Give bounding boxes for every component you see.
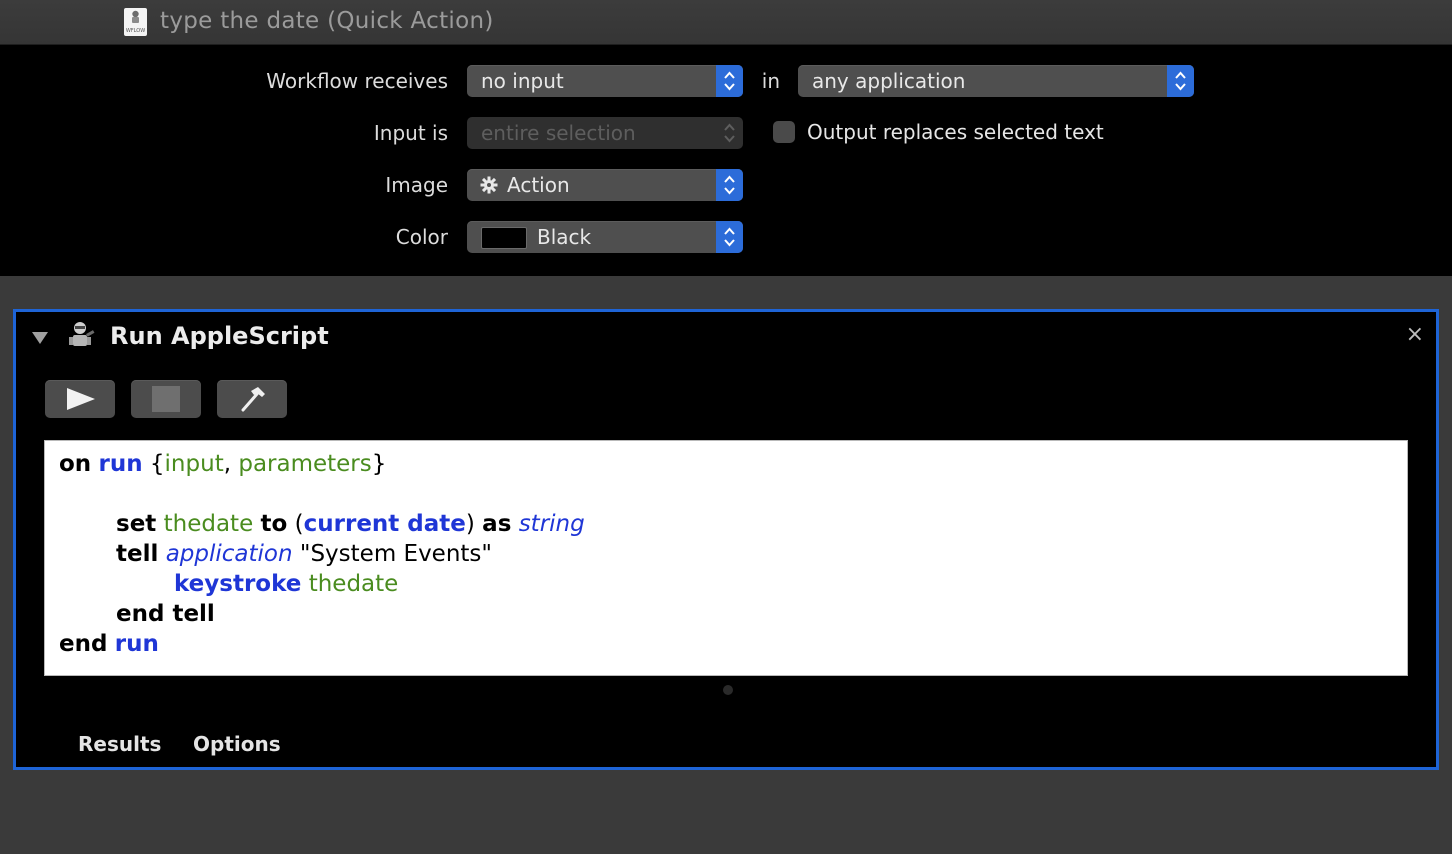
chevron-updown-icon (724, 123, 735, 143)
close-icon[interactable]: × (1406, 322, 1424, 347)
chevron-updown-icon (1175, 71, 1186, 91)
stop-button[interactable] (131, 380, 201, 418)
input-is-stepper (716, 117, 743, 149)
input-is-popup: entire selection (467, 117, 743, 149)
output-replaces-checkbox[interactable] (773, 121, 795, 143)
script-line-4: tell application "System Events" (116, 541, 492, 567)
automator-robot-icon (132, 10, 139, 23)
script-line-5: keystroke thedate (174, 571, 399, 597)
workflow-settings: Workflow receives no input in any applic… (0, 45, 1452, 276)
script-line-1: on run {input, parameters} (59, 451, 387, 477)
chevron-updown-icon (724, 227, 735, 247)
color-label: Color (395, 225, 448, 249)
input-is-label: Input is (373, 121, 448, 145)
image-popup[interactable]: Action (467, 169, 743, 201)
automator-robot-icon (69, 322, 95, 346)
window-titlebar: WFLOW type the date (Quick Action) (0, 0, 1452, 45)
input-is-value: entire selection (481, 121, 636, 145)
image-value: Action (507, 173, 570, 197)
chevron-updown-icon (724, 175, 735, 195)
gear-icon (480, 176, 498, 194)
application-stepper (1167, 65, 1194, 97)
disclosure-triangle-icon[interactable] (32, 332, 48, 344)
workflow-document-icon: WFLOW (124, 8, 147, 36)
color-stepper (716, 221, 743, 253)
image-label: Image (385, 173, 448, 197)
window-title: type the date (Quick Action) (160, 8, 494, 34)
compile-button[interactable] (217, 380, 287, 418)
workflow-receives-label: Workflow receives (266, 69, 448, 93)
script-editor[interactable]: on run {input, parameters} set thedate t… (44, 440, 1408, 676)
in-label: in (761, 69, 780, 93)
stop-icon (152, 386, 180, 412)
action-title: Run AppleScript (110, 322, 329, 350)
color-value: Black (537, 225, 592, 249)
script-line-6: end tell (116, 601, 215, 627)
resize-handle[interactable] (723, 685, 733, 695)
script-line-7: end run (59, 631, 159, 657)
application-value: any application (812, 69, 966, 93)
play-icon (67, 388, 95, 410)
image-stepper (716, 169, 743, 201)
hammer-icon (241, 387, 265, 412)
options-tab[interactable]: Options (193, 732, 281, 756)
application-popup[interactable]: any application (798, 65, 1194, 97)
script-line-3: set thedate to (current date) as string (116, 511, 585, 537)
run-applescript-action[interactable]: Run AppleScript × on run {input, paramet… (13, 309, 1439, 770)
color-popup[interactable]: Black (467, 221, 743, 253)
results-tab[interactable]: Results (78, 732, 161, 756)
run-button[interactable] (45, 380, 115, 418)
color-swatch (481, 227, 527, 249)
output-replaces-label[interactable]: Output replaces selected text (807, 120, 1104, 144)
